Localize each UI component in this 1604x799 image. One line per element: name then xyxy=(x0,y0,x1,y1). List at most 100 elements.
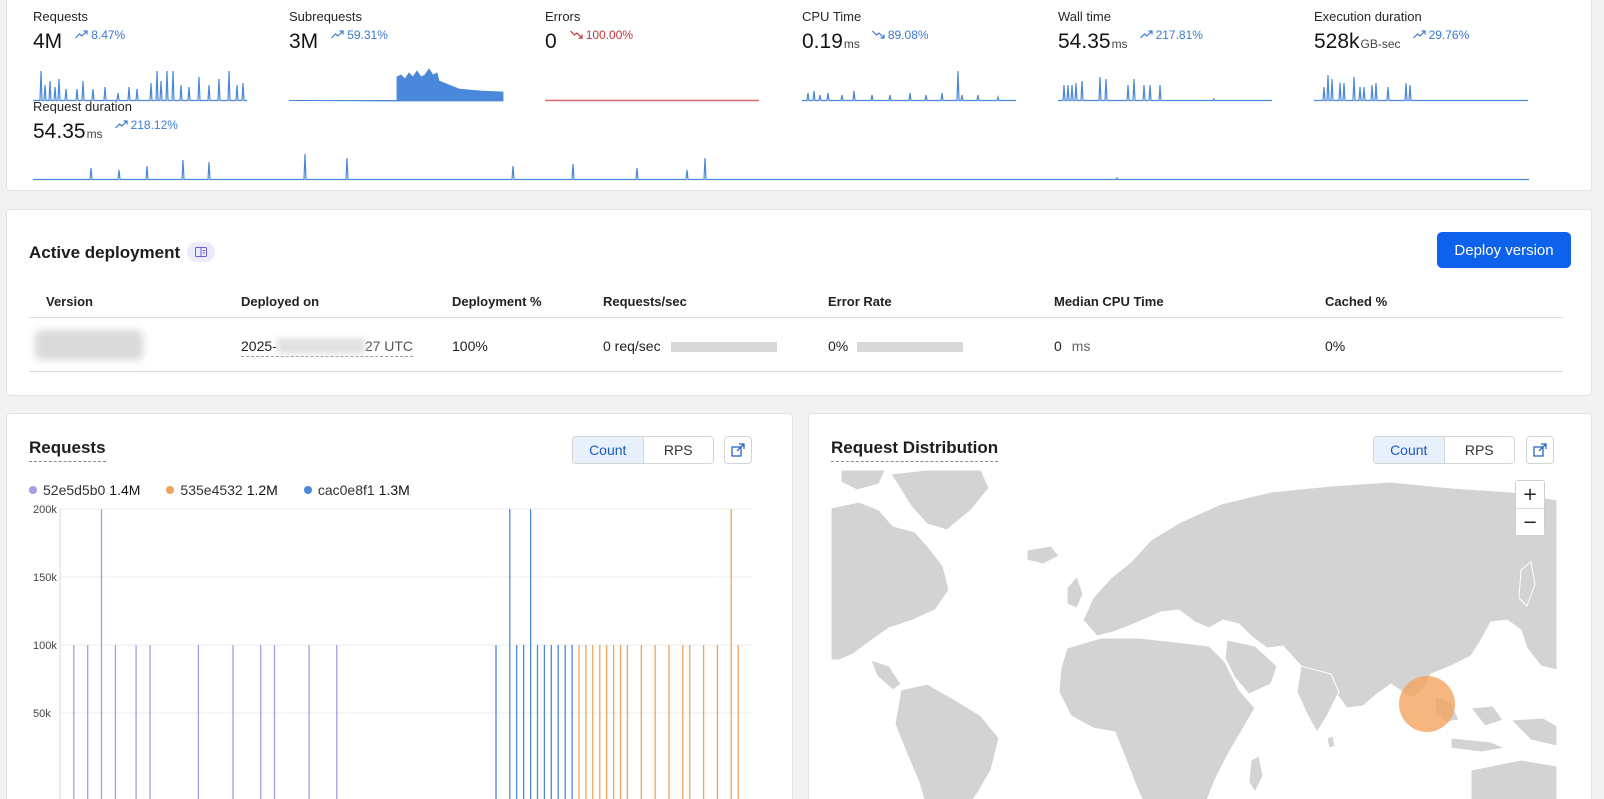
error-rate-bar xyxy=(857,342,963,352)
col-deployment-pct: Deployment % xyxy=(452,294,542,309)
metric-value: 0 xyxy=(545,30,557,53)
deployed-on-cell[interactable]: 2025- 27 UTC xyxy=(241,338,414,357)
metric-unit: GB-sec xyxy=(1360,37,1401,51)
col-cached: Cached % xyxy=(1325,294,1388,309)
zoom-out-button[interactable]: − xyxy=(1516,508,1544,535)
count-rps-toggle: Count RPS xyxy=(1373,436,1515,464)
deployment-table-header: Version Deployed on Deployment % Request… xyxy=(29,284,1563,318)
metric-delta: 89.08% xyxy=(871,28,929,42)
metric-delta-value: 218.12% xyxy=(130,118,178,132)
median-cpu-value: 0 xyxy=(1054,338,1062,354)
metric-delta-value: 100.00% xyxy=(585,28,634,42)
col-deployed-on: Deployed on xyxy=(241,294,320,309)
version-redacted xyxy=(35,330,143,360)
metric-label: Wall time xyxy=(1058,9,1111,24)
metric-value: 3M xyxy=(289,30,319,53)
requests-sec-cell: 0 req/sec xyxy=(603,338,661,354)
sparkline-path xyxy=(1058,76,1272,102)
y-tick-label: 50k xyxy=(33,708,51,720)
sparkline xyxy=(545,99,759,102)
sparkline-path xyxy=(1314,74,1528,102)
requests-panel: Requests Count RPS 52e5d5b0 1.4M 535e4532… xyxy=(6,413,793,799)
metric-value: 54.35 xyxy=(33,120,86,143)
deployed-on-suffix: 27 UTC xyxy=(364,338,414,354)
expand-button[interactable] xyxy=(1526,436,1554,464)
metric-execution-duration[interactable]: Execution duration 528k GB-sec 29.76% xyxy=(1314,9,1528,102)
section-title: Active deployment xyxy=(29,243,181,262)
metric-errors[interactable]: Errors 0 100.00% xyxy=(545,9,759,102)
metric-unit: ms xyxy=(843,37,860,51)
trend-up-icon xyxy=(1139,30,1153,39)
metric-wall-time[interactable]: Wall time 54.35 ms 217.81% xyxy=(1058,9,1272,102)
trend-up-icon xyxy=(114,120,128,129)
metric-delta: 217.81% xyxy=(1139,28,1203,42)
request-distribution-panel: Request Distribution Count RPS + − xyxy=(808,413,1592,799)
metric-label: Requests xyxy=(33,9,88,24)
metrics-card: Requests 4M 8.47% Subrequests 3M 59.31% Er… xyxy=(6,0,1592,191)
table-row[interactable]: 2025- 27 UTC 100% 0 req/sec 0% 0 ms 0% xyxy=(29,318,1563,372)
metric-label: Execution duration xyxy=(1314,9,1422,24)
metric-unit: ms xyxy=(1111,37,1128,51)
y-tick-label: 150k xyxy=(33,572,57,584)
cached-cell: 0% xyxy=(1325,338,1346,354)
requests-chart[interactable]: 200k 150k 100k 50k xyxy=(7,414,794,799)
active-deployment-card: Active deployment Deploy version Version… xyxy=(6,209,1592,396)
toggle-count[interactable]: Count xyxy=(1374,437,1445,463)
metric-label: CPU Time xyxy=(802,9,862,24)
metric-delta: 59.31% xyxy=(331,28,388,42)
metric-request-duration[interactable]: Request duration 54.35 ms 218.12% xyxy=(33,99,178,143)
toggle-rps[interactable]: RPS xyxy=(1444,437,1514,463)
median-cpu-cell: 0 ms xyxy=(1054,338,1090,354)
metric-delta-value: 59.31% xyxy=(347,28,388,42)
date-redacted xyxy=(276,338,365,354)
y-tick-label: 200k xyxy=(33,504,57,516)
expand-icon xyxy=(1533,443,1547,457)
world-map[interactable] xyxy=(831,470,1557,799)
zoom-in-button[interactable]: + xyxy=(1516,481,1544,508)
deployment-pct-cell: 100% xyxy=(452,338,488,354)
trend-up-icon xyxy=(331,30,344,39)
map-zoom-controls: + − xyxy=(1515,480,1545,536)
metric-delta-value: 8.47% xyxy=(91,28,126,42)
metric-delta-value: 29.76% xyxy=(1428,28,1470,42)
sparkline-area xyxy=(288,68,504,102)
sparkline xyxy=(33,70,247,102)
sparkline-path xyxy=(802,70,1016,102)
metric-value: 4M xyxy=(33,30,63,53)
sparkline-path xyxy=(33,70,247,102)
metric-delta-value: 89.08% xyxy=(887,28,929,42)
metric-unit: ms xyxy=(86,127,103,141)
requests-sec-bar xyxy=(671,342,777,352)
sparkline xyxy=(802,70,1016,102)
sparkline xyxy=(1058,76,1272,102)
trend-up-icon xyxy=(75,30,88,39)
col-requests-sec: Requests/sec xyxy=(603,294,687,309)
sparkline xyxy=(1314,74,1528,102)
metric-requests[interactable]: Requests 4M 8.47% xyxy=(33,9,247,102)
deploy-version-button[interactable]: Deploy version xyxy=(1437,232,1571,268)
metric-value: 0.19 xyxy=(802,30,843,53)
metric-label: Errors xyxy=(545,9,581,24)
trend-up-icon xyxy=(1412,30,1426,39)
panel-title[interactable]: Request Distribution xyxy=(831,438,999,462)
y-tick-label: 100k xyxy=(33,640,57,652)
metric-cpu-time[interactable]: CPU Time 0.19 ms 89.08% xyxy=(802,9,1016,102)
metric-delta-value: 217.81% xyxy=(1155,28,1203,42)
error-rate-cell: 0% xyxy=(828,338,849,354)
map-svg xyxy=(831,470,1557,799)
region-highlight[interactable] xyxy=(1399,676,1455,732)
metric-delta: 218.12% xyxy=(114,118,178,132)
trend-down-icon xyxy=(569,30,583,39)
deployed-on-prefix: 2025- xyxy=(241,338,277,354)
metric-delta: 29.76% xyxy=(1412,28,1470,42)
metric-label: Subrequests xyxy=(289,9,362,24)
col-version: Version xyxy=(46,294,93,309)
median-cpu-unit: ms xyxy=(1071,338,1091,354)
metric-label: Request duration xyxy=(33,99,133,114)
sparkline-path xyxy=(33,153,1529,181)
metric-subrequests[interactable]: Subrequests 3M 59.31% xyxy=(288,9,504,102)
col-error-rate: Error Rate xyxy=(828,294,892,309)
trend-down-icon xyxy=(871,30,885,39)
sparkline xyxy=(288,68,504,102)
deployment-info-icon[interactable] xyxy=(187,242,215,262)
